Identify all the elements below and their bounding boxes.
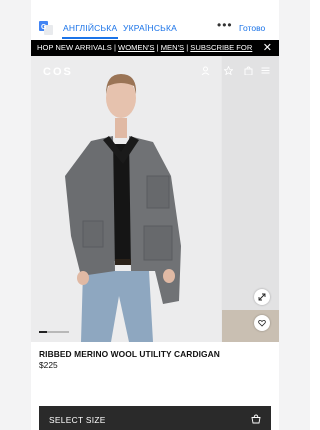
banner-text: HOP NEW ARRIVALS | WOMEN'S | MEN'S | SUB… [37,40,252,56]
more-options-button[interactable]: ••• [217,18,233,32]
select-size-label: SELECT SIZE [49,415,106,425]
google-translate-icon[interactable]: G [39,21,53,35]
next-product-image[interactable] [222,56,279,342]
bag-icon[interactable] [244,66,253,77]
svg-text:G: G [41,24,47,31]
brand-logo[interactable]: COS [43,66,73,78]
account-icon[interactable] [201,66,210,77]
announcement-banner: HOP NEW ARRIVALS | WOMEN'S | MEN'S | SUB… [31,40,279,56]
floor-area [222,310,279,342]
add-to-bag-icon [251,414,261,424]
done-button[interactable]: Готово [239,23,265,33]
active-tab-indicator [62,37,118,39]
select-size-button[interactable]: SELECT SIZE [39,406,271,430]
carousel-indicator [39,331,69,333]
subscribe-link[interactable]: SUBSCRIBE FOR [190,43,252,52]
tab-english[interactable]: АНГЛІЙСЬКА [63,23,117,33]
close-banner-button[interactable]: ✕ [263,40,272,56]
womens-link[interactable]: WOMEN'S [118,43,154,52]
product-price: $225 [39,360,58,370]
product-title: RIBBED MERINO WOOL UTILITY CARDIGAN [39,349,220,359]
model-photo [31,56,221,342]
mens-link[interactable]: MEN'S [161,43,184,52]
heart-icon[interactable] [254,315,270,331]
translate-bar: G АНГЛІЙСЬКА УКРАЇНСЬКА ••• Готово [31,14,279,40]
menu-icon[interactable] [261,66,270,77]
tab-ukrainian[interactable]: УКРАЇНСЬКА [123,23,177,33]
product-image-carousel[interactable]: COS [31,56,279,342]
star-icon[interactable] [223,65,234,77]
banner-prefix: HOP NEW ARRIVALS | [37,43,119,52]
product-image[interactable]: COS [31,56,221,342]
expand-icon[interactable] [254,289,270,305]
carousel-indicator-active [39,331,47,333]
background-right [279,0,310,430]
browser-page: G АНГЛІЙСЬКА УКРАЇНСЬКА ••• Готово HOP N… [31,0,279,430]
background-left [0,0,31,430]
